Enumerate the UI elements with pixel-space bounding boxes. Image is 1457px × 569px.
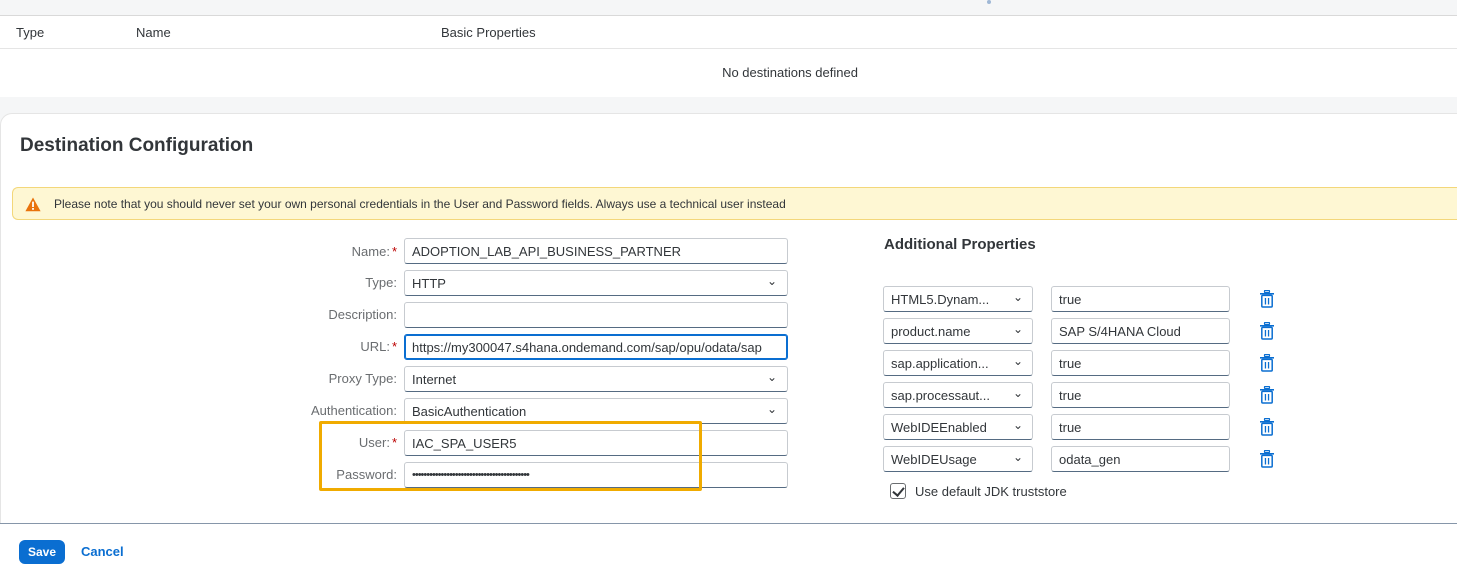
checkbox-checked-icon[interactable] bbox=[890, 483, 906, 499]
description-label: Description: bbox=[328, 307, 397, 322]
property-key-value: sap.application... bbox=[891, 356, 989, 371]
property-key-value: sap.processaut... bbox=[891, 388, 990, 403]
footer-toolbar: Save Cancel bbox=[0, 524, 1457, 569]
property-value-input[interactable]: true bbox=[1051, 286, 1230, 312]
save-button[interactable]: Save bbox=[19, 540, 65, 564]
name-label: Name: * bbox=[351, 244, 397, 259]
chevron-down-icon: ⌄ bbox=[1012, 322, 1023, 336]
type-select[interactable]: HTTP ⌄ bbox=[404, 270, 788, 296]
chevron-down-icon: ⌄ bbox=[1012, 418, 1023, 432]
scroll-indicator bbox=[987, 0, 991, 4]
column-header-name: Name bbox=[136, 25, 171, 40]
column-header-basic-properties: Basic Properties bbox=[441, 25, 536, 40]
chevron-down-icon: ⌄ bbox=[1012, 290, 1023, 304]
proxy-type-label: Proxy Type: bbox=[328, 371, 397, 386]
warning-message-strip: Please note that you should never set yo… bbox=[12, 187, 1457, 220]
top-strip bbox=[0, 0, 1457, 16]
chevron-down-icon: ⌄ bbox=[1012, 386, 1023, 400]
property-value-input[interactable]: SAP S/4HANA Cloud bbox=[1051, 318, 1230, 344]
jdk-truststore-label: Use default JDK truststore bbox=[915, 484, 1067, 499]
property-key-select[interactable]: HTML5.Dynam... ⌄ bbox=[883, 286, 1033, 312]
chevron-down-icon: ⌄ bbox=[1012, 354, 1023, 368]
trash-icon[interactable] bbox=[1259, 353, 1275, 372]
description-input[interactable] bbox=[404, 302, 788, 328]
chevron-down-icon: ⌄ bbox=[766, 370, 777, 384]
trash-icon[interactable] bbox=[1259, 289, 1275, 308]
url-label: URL: * bbox=[360, 339, 397, 354]
type-label: Type: bbox=[365, 275, 397, 290]
type-label-cell: Type: bbox=[0, 270, 397, 296]
additional-properties-title: Additional Properties bbox=[884, 236, 1036, 253]
chevron-down-icon: ⌄ bbox=[766, 274, 777, 288]
warning-text: Please note that you should never set yo… bbox=[54, 197, 786, 211]
description-label-cell: Description: bbox=[0, 302, 397, 328]
property-key-select[interactable]: sap.application... ⌄ bbox=[883, 350, 1033, 376]
property-value-input[interactable]: true bbox=[1051, 382, 1230, 408]
empty-table-message: No destinations defined bbox=[722, 65, 858, 80]
cancel-button[interactable]: Cancel bbox=[81, 544, 124, 559]
trash-icon[interactable] bbox=[1259, 385, 1275, 404]
destinations-table-body: No destinations defined bbox=[0, 49, 1457, 97]
property-key-value: WebIDEUsage bbox=[891, 452, 977, 467]
property-value-input[interactable]: true bbox=[1051, 414, 1230, 440]
property-key-select[interactable]: WebIDEEnabled ⌄ bbox=[883, 414, 1033, 440]
property-key-select[interactable]: WebIDEUsage ⌄ bbox=[883, 446, 1033, 472]
trash-icon[interactable] bbox=[1259, 449, 1275, 468]
url-input[interactable]: https://my300047.s4hana.ondemand.com/sap… bbox=[404, 334, 788, 360]
property-key-value: product.name bbox=[891, 324, 971, 339]
destinations-table-header: Type Name Basic Properties bbox=[0, 16, 1457, 49]
property-key-select[interactable]: product.name ⌄ bbox=[883, 318, 1033, 344]
name-label-cell: Name: * bbox=[0, 239, 397, 265]
property-key-select[interactable]: sap.processaut... ⌄ bbox=[883, 382, 1033, 408]
trash-icon[interactable] bbox=[1259, 321, 1275, 340]
required-indicator: * bbox=[391, 339, 397, 354]
proxy-type-select[interactable]: Internet ⌄ bbox=[404, 366, 788, 392]
authentication-label: Authentication: bbox=[310, 403, 397, 418]
warning-icon bbox=[25, 197, 41, 215]
required-indicator: * bbox=[391, 244, 397, 259]
property-value-input[interactable]: true bbox=[1051, 350, 1230, 376]
trash-icon[interactable] bbox=[1259, 417, 1275, 436]
name-input[interactable]: ADOPTION_LAB_API_BUSINESS_PARTNER bbox=[404, 238, 788, 264]
property-key-value: WebIDEEnabled bbox=[891, 420, 987, 435]
type-select-value: HTTP bbox=[412, 276, 446, 291]
authentication-value: BasicAuthentication bbox=[412, 404, 527, 419]
url-label-cell: URL: * bbox=[0, 334, 397, 360]
proxy-type-value: Internet bbox=[412, 372, 457, 387]
proxy-type-label-cell: Proxy Type: bbox=[0, 366, 397, 392]
column-header-type: Type bbox=[16, 25, 45, 40]
chevron-down-icon: ⌄ bbox=[766, 402, 777, 416]
chevron-down-icon: ⌄ bbox=[1012, 450, 1023, 464]
property-value-input[interactable]: odata_gen bbox=[1051, 446, 1230, 472]
property-key-value: HTML5.Dynam... bbox=[891, 292, 990, 307]
panel-title: Destination Configuration bbox=[20, 135, 254, 156]
credentials-highlight-box bbox=[319, 421, 702, 491]
